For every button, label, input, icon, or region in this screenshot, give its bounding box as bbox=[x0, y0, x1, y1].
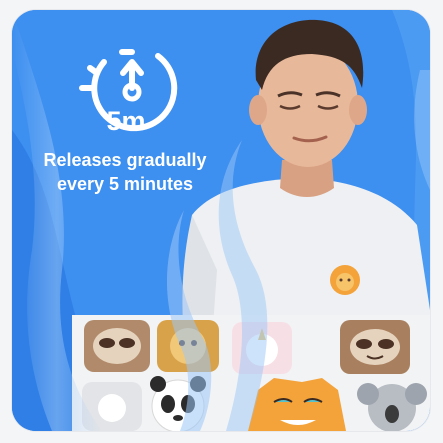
headline-line-2: every 5 minutes bbox=[56, 174, 194, 194]
release-headline: Releases gradually every 5 minutes bbox=[20, 148, 230, 196]
headline-line-1: Releases gradually bbox=[43, 150, 207, 170]
sloth-sticker-icon bbox=[84, 320, 150, 372]
lion-sticker-icon bbox=[330, 265, 360, 295]
product-image-frame: 5m Releases gradually every 5 minutes bbox=[0, 0, 443, 443]
boy-ear-left bbox=[249, 95, 267, 125]
sloth-sticker-icon bbox=[340, 320, 410, 374]
product-card: 5m Releases gradually every 5 minutes bbox=[12, 10, 430, 431]
boy-ear-right bbox=[349, 95, 367, 125]
timer-value-label: 5m bbox=[106, 106, 145, 136]
clock-arrow-up-icon: 5m bbox=[79, 49, 178, 136]
photo-scene bbox=[12, 10, 430, 431]
timer-badge: 5m bbox=[78, 44, 182, 138]
